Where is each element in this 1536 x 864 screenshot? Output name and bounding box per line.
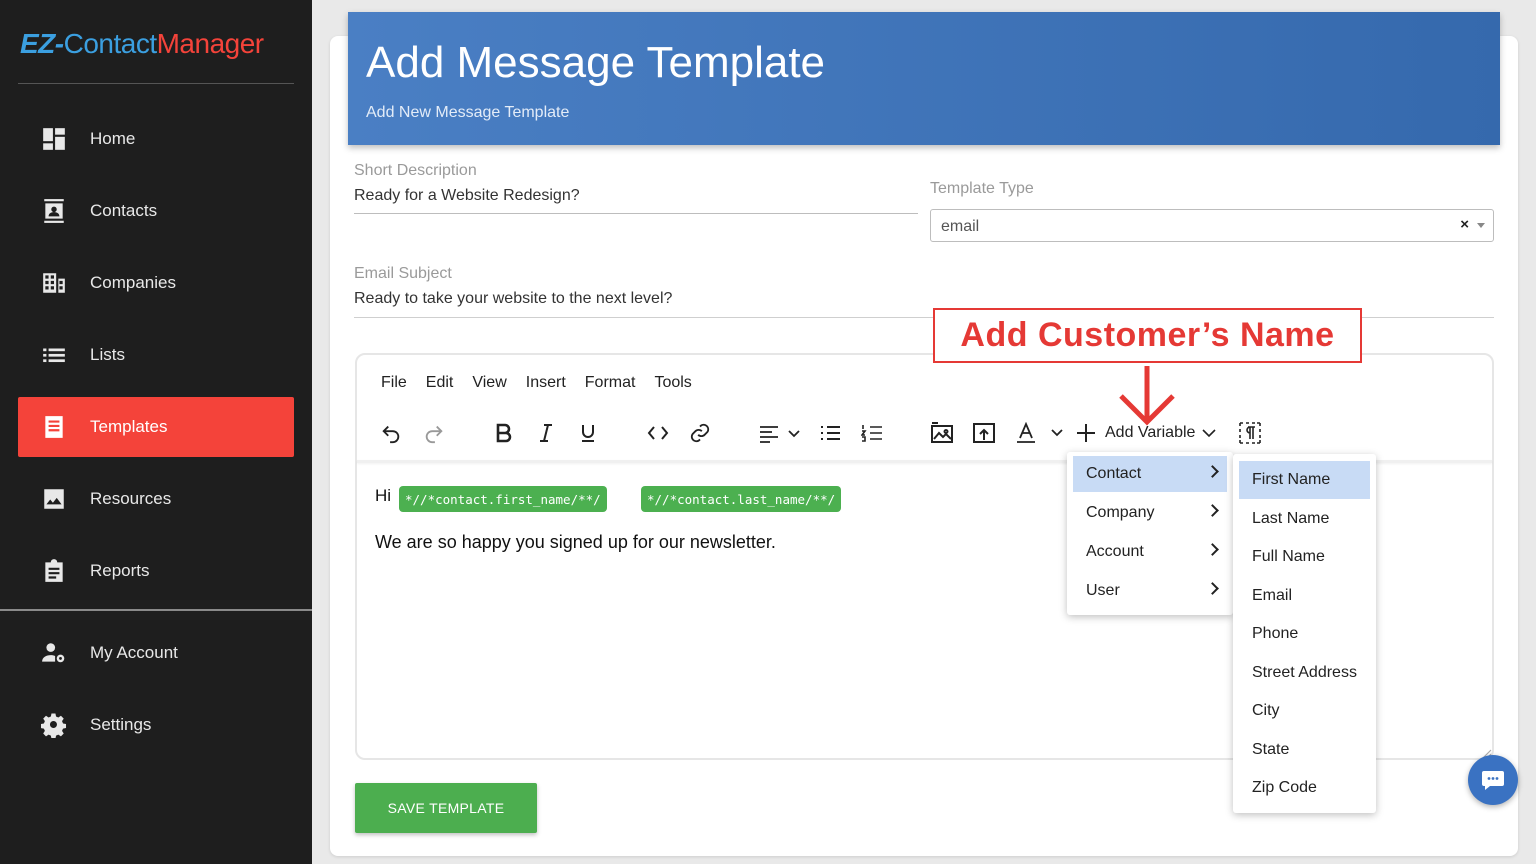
sidebar-item-label: Contacts bbox=[90, 201, 158, 220]
menu-file[interactable]: File bbox=[381, 374, 407, 392]
template-type-label: Template Type bbox=[930, 180, 1034, 197]
add-variable-label: Add Variable bbox=[1105, 424, 1196, 441]
dashboard-icon bbox=[18, 126, 90, 152]
page-title: Add Message Template bbox=[366, 38, 826, 87]
menu-item-full-name[interactable]: Full Name bbox=[1239, 538, 1370, 576]
caret-down-icon[interactable] bbox=[1477, 223, 1485, 228]
align-dropdown[interactable] bbox=[757, 420, 803, 446]
annotation-arrow-icon bbox=[1119, 366, 1175, 426]
menu-item-phone[interactable]: Phone bbox=[1239, 615, 1370, 653]
italic-icon[interactable] bbox=[534, 420, 558, 446]
app-logo[interactable]: EZ-ContactManager bbox=[20, 28, 264, 60]
sidebar-item-label: Templates bbox=[90, 417, 168, 436]
menu-view[interactable]: View bbox=[472, 374, 506, 392]
sidebar-item-label: Companies bbox=[90, 273, 176, 292]
logo-divider bbox=[18, 83, 294, 84]
document-icon bbox=[18, 414, 90, 440]
text-color-dropdown[interactable] bbox=[1013, 420, 1067, 446]
email-subject-label: Email Subject bbox=[354, 265, 452, 282]
sidebar-item-resources[interactable]: Resources bbox=[18, 469, 294, 529]
chevron-right-icon bbox=[1206, 543, 1219, 556]
insert-image-icon[interactable] bbox=[929, 420, 955, 446]
page-subtitle: Add New Message Template bbox=[366, 104, 570, 121]
plus-icon bbox=[1077, 424, 1095, 442]
chevron-down-icon bbox=[1202, 429, 1217, 438]
menu-item-email[interactable]: Email bbox=[1239, 577, 1370, 615]
variable-chip-first-name[interactable]: *//*contact.first_name/**/ bbox=[399, 486, 607, 512]
chat-widget-button[interactable] bbox=[1468, 755, 1518, 805]
sidebar-item-label: Resources bbox=[90, 489, 172, 508]
sidebar-item-reports[interactable]: Reports bbox=[18, 541, 294, 601]
sidebar-item-companies[interactable]: Companies bbox=[18, 253, 294, 313]
sidebar-item-label: My Account bbox=[90, 643, 178, 662]
sidebar-item-label: Home bbox=[90, 129, 136, 148]
sidebar-item-templates[interactable]: Templates bbox=[18, 397, 294, 457]
menu-item-last-name[interactable]: Last Name bbox=[1239, 500, 1370, 538]
image-icon bbox=[18, 486, 90, 512]
building-icon bbox=[18, 270, 90, 296]
underline-icon[interactable] bbox=[576, 420, 600, 446]
sidebar-item-settings[interactable]: Settings bbox=[18, 695, 294, 755]
short-description-input[interactable]: Ready for a Website Redesign? bbox=[354, 187, 580, 205]
bold-icon[interactable] bbox=[492, 420, 516, 446]
save-template-button[interactable]: SAVE TEMPLATE bbox=[355, 783, 537, 833]
menu-item-street-address[interactable]: Street Address bbox=[1239, 654, 1370, 692]
short-description-underline bbox=[354, 213, 918, 214]
template-type-select[interactable]: email × bbox=[930, 209, 1494, 242]
sidebar-item-my-account[interactable]: My Account bbox=[18, 623, 294, 683]
chat-bubble-icon bbox=[1482, 771, 1504, 790]
undo-icon[interactable] bbox=[378, 420, 404, 446]
contact-fields-submenu: First Name Last Name Full Name Email Pho… bbox=[1233, 454, 1376, 813]
clipboard-icon bbox=[18, 558, 90, 584]
sidebar-item-home[interactable]: Home bbox=[18, 109, 294, 169]
chevron-right-icon bbox=[1206, 504, 1219, 517]
menu-format[interactable]: Format bbox=[585, 374, 636, 392]
redo-icon[interactable] bbox=[421, 420, 447, 446]
clear-icon[interactable]: × bbox=[1460, 216, 1469, 233]
code-icon[interactable] bbox=[645, 420, 671, 446]
chevron-right-icon bbox=[1206, 465, 1219, 478]
menu-item-city[interactable]: City bbox=[1239, 692, 1370, 730]
variable-category-menu: Contact Company Account User bbox=[1067, 452, 1233, 615]
annotation-callout: Add Customer’s Name bbox=[933, 308, 1362, 363]
link-icon[interactable] bbox=[687, 420, 713, 446]
list-icon bbox=[18, 342, 90, 368]
bullet-list-icon[interactable] bbox=[817, 420, 843, 446]
variable-chip-last-name[interactable]: *//*contact.last_name/**/ bbox=[641, 486, 842, 512]
sidebar-divider bbox=[0, 609, 312, 611]
user-gear-icon bbox=[18, 640, 90, 666]
template-type-value: email bbox=[941, 218, 980, 235]
editor-greeting[interactable]: Hi bbox=[375, 486, 391, 506]
numbered-list-icon[interactable] bbox=[859, 420, 885, 446]
gear-icon bbox=[18, 712, 90, 738]
sidebar: EZ-ContactManager Home Contacts Companie… bbox=[0, 0, 312, 864]
short-description-label: Short Description bbox=[354, 162, 477, 179]
menu-edit[interactable]: Edit bbox=[426, 374, 454, 392]
menu-tools[interactable]: Tools bbox=[654, 374, 691, 392]
menu-insert[interactable]: Insert bbox=[526, 374, 566, 392]
contact-card-icon bbox=[18, 198, 90, 224]
menu-item-user[interactable]: User bbox=[1073, 573, 1227, 609]
page-header: Add Message Template Add New Message Tem… bbox=[348, 12, 1500, 145]
sidebar-item-lists[interactable]: Lists bbox=[18, 325, 294, 385]
chevron-right-icon bbox=[1206, 582, 1219, 595]
upload-icon[interactable] bbox=[971, 420, 997, 446]
editor-menubar: File Edit View Insert Format Tools bbox=[381, 374, 711, 392]
sidebar-item-label: Settings bbox=[90, 715, 152, 734]
menu-item-first-name[interactable]: First Name bbox=[1239, 461, 1370, 499]
show-blocks-icon[interactable] bbox=[1237, 420, 1263, 446]
editor-body-line[interactable]: We are so happy you signed up for our ne… bbox=[375, 532, 776, 553]
menu-item-zip-code[interactable]: Zip Code bbox=[1239, 769, 1370, 807]
menu-item-state[interactable]: State bbox=[1239, 731, 1370, 769]
email-subject-input[interactable]: Ready to take your website to the next l… bbox=[354, 290, 672, 308]
menu-item-account[interactable]: Account bbox=[1073, 534, 1227, 570]
sidebar-item-label: Lists bbox=[90, 345, 125, 364]
sidebar-item-contacts[interactable]: Contacts bbox=[18, 181, 294, 241]
menu-item-contact[interactable]: Contact bbox=[1073, 456, 1227, 492]
sidebar-item-label: Reports bbox=[90, 561, 150, 580]
menu-item-company[interactable]: Company bbox=[1073, 495, 1227, 531]
